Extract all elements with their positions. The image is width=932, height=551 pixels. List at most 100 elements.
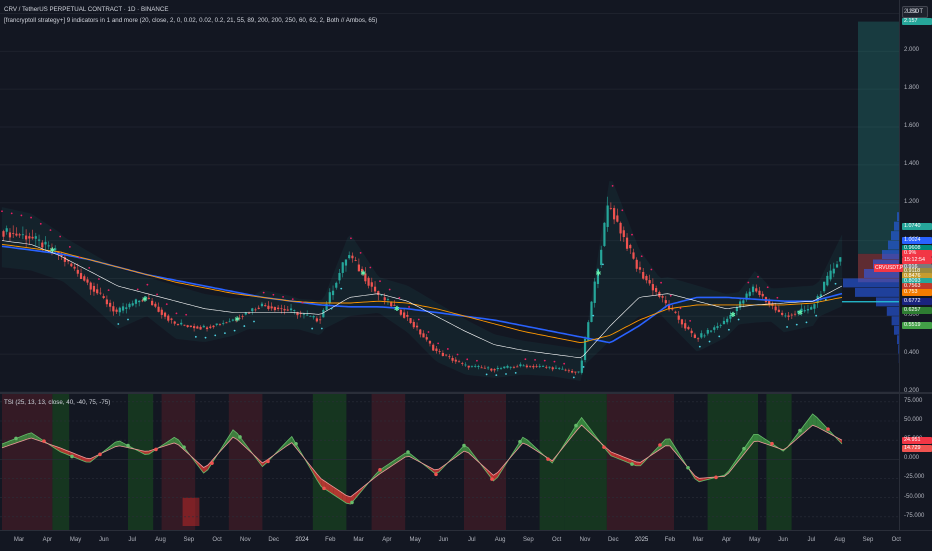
price-tick: 1.800 bbox=[904, 85, 920, 92]
candle-body bbox=[160, 309, 163, 315]
candle-body bbox=[338, 272, 341, 281]
sar-dot bbox=[175, 312, 178, 315]
candle-body bbox=[693, 334, 696, 338]
candle-body bbox=[128, 303, 131, 308]
tsi-zone bbox=[228, 394, 263, 530]
tsi-pane[interactable] bbox=[0, 394, 900, 530]
candle-body bbox=[183, 324, 186, 326]
candle-body bbox=[664, 300, 667, 304]
sar-dot bbox=[88, 266, 91, 269]
sar-dot bbox=[68, 246, 71, 248]
candle-body bbox=[205, 327, 209, 330]
candle-body bbox=[92, 285, 96, 292]
sar-dot bbox=[224, 332, 226, 335]
candle-body bbox=[571, 370, 574, 373]
candle-body bbox=[367, 277, 370, 286]
candle-body bbox=[218, 324, 222, 325]
tsi-zone bbox=[128, 394, 154, 530]
candle-body bbox=[522, 365, 525, 367]
candle-body bbox=[613, 208, 616, 220]
candle-body bbox=[154, 303, 157, 307]
candle-body bbox=[777, 309, 780, 312]
price-tick: 1.200 bbox=[904, 198, 920, 205]
sar-dot bbox=[621, 209, 624, 212]
candle-body bbox=[283, 308, 286, 311]
price-tick: 1.600 bbox=[904, 123, 920, 130]
candle-body bbox=[839, 257, 842, 262]
candle-body bbox=[354, 260, 357, 261]
sar-dot bbox=[330, 307, 333, 310]
tsi-tick: -50.000 bbox=[904, 493, 925, 500]
candle-body bbox=[810, 307, 813, 310]
candle-body bbox=[441, 352, 444, 356]
candle-body bbox=[37, 239, 41, 241]
candle-body bbox=[438, 351, 441, 353]
sar-dot bbox=[127, 318, 129, 321]
trading-chart: ✱ ✱ ✱ ✱ ✱ ✱ ✱ ✱ CRV / TetherUS PERPETUAL CONTRA… bbox=[0, 0, 932, 551]
sar-dot bbox=[30, 216, 32, 219]
candle-body bbox=[328, 292, 331, 303]
sar-dot bbox=[311, 327, 314, 330]
volume-profile-bar bbox=[882, 250, 900, 260]
price-tick: 2.200 bbox=[904, 9, 920, 16]
candle-body bbox=[315, 318, 318, 322]
tsi-tick: 75.000 bbox=[904, 397, 923, 404]
candle-body bbox=[83, 276, 86, 281]
tsi-cross-dot bbox=[182, 445, 186, 449]
time-label: Mar bbox=[353, 537, 364, 543]
sar-dot bbox=[272, 293, 275, 296]
tsi-legend[interactable]: TSI (25, 13, 13, close, 40, -40, 75, -75… bbox=[4, 399, 110, 406]
candle-body bbox=[47, 245, 50, 247]
time-label: Jun bbox=[778, 537, 788, 543]
tsi-axis[interactable]: 75.00050.00025.0000.000-25.000-50.000-75… bbox=[899, 394, 932, 530]
sar-dot bbox=[1, 210, 3, 213]
candle-body bbox=[335, 282, 338, 288]
candle-body bbox=[457, 361, 461, 363]
candle-body bbox=[267, 305, 270, 309]
signal-star: ✱ bbox=[595, 270, 601, 278]
time-label: Aug bbox=[834, 537, 846, 543]
candle-body bbox=[415, 325, 419, 328]
tsi-cross-dot bbox=[714, 475, 718, 480]
candle-body bbox=[774, 306, 777, 311]
price-pane[interactable]: ✱ ✱ ✱ ✱ ✱ ✱ ✱ ✱ bbox=[0, 0, 900, 392]
candle-body bbox=[73, 266, 76, 269]
candle-body bbox=[428, 340, 432, 344]
price-level-label: 1.0740 bbox=[902, 223, 932, 231]
sar-dot bbox=[766, 286, 769, 289]
candle-body bbox=[593, 281, 596, 303]
candle-body bbox=[726, 318, 729, 323]
sar-dot bbox=[795, 323, 798, 326]
candle-body bbox=[309, 315, 312, 317]
candle-body bbox=[529, 365, 532, 367]
sar-dot bbox=[553, 360, 556, 363]
candle-body bbox=[241, 316, 244, 318]
candle-body bbox=[680, 319, 684, 325]
candle-body bbox=[835, 264, 839, 268]
candle-body bbox=[690, 330, 693, 334]
candle-body bbox=[503, 366, 506, 369]
candle-body bbox=[806, 309, 810, 311]
indicator-legend[interactable]: [francryptoll strategy+] 9 indicators in… bbox=[4, 17, 377, 24]
price-axis[interactable]: USDT 2.2002.0001.8001.6001.4001.2001.000… bbox=[899, 0, 932, 394]
time-axis[interactable]: Mar Apr May Jun Jul Aug Sep Oct Nov Dec 2024 Feb Mar… bbox=[0, 530, 932, 551]
candle-body bbox=[212, 325, 215, 328]
candle-body bbox=[351, 255, 354, 259]
time-label: Dec bbox=[607, 537, 619, 543]
candle-body bbox=[784, 315, 787, 317]
candle-body bbox=[735, 307, 738, 312]
candle-body bbox=[483, 367, 486, 369]
tsi-cross-dot bbox=[98, 452, 102, 457]
candle-body bbox=[499, 368, 503, 369]
candle-body bbox=[8, 232, 12, 238]
sar-dot bbox=[669, 294, 672, 297]
candle-body bbox=[464, 364, 467, 366]
time-label: 2025 bbox=[634, 537, 649, 543]
candle-body bbox=[257, 307, 260, 309]
candle-body bbox=[787, 315, 790, 317]
candle-body bbox=[677, 315, 680, 320]
sar-dot bbox=[737, 318, 740, 321]
chart-title[interactable]: CRV / TetherUS PERPETUAL CONTRACT · 1D ·… bbox=[4, 6, 168, 13]
candle-body bbox=[399, 309, 402, 315]
time-label: May bbox=[409, 537, 421, 543]
